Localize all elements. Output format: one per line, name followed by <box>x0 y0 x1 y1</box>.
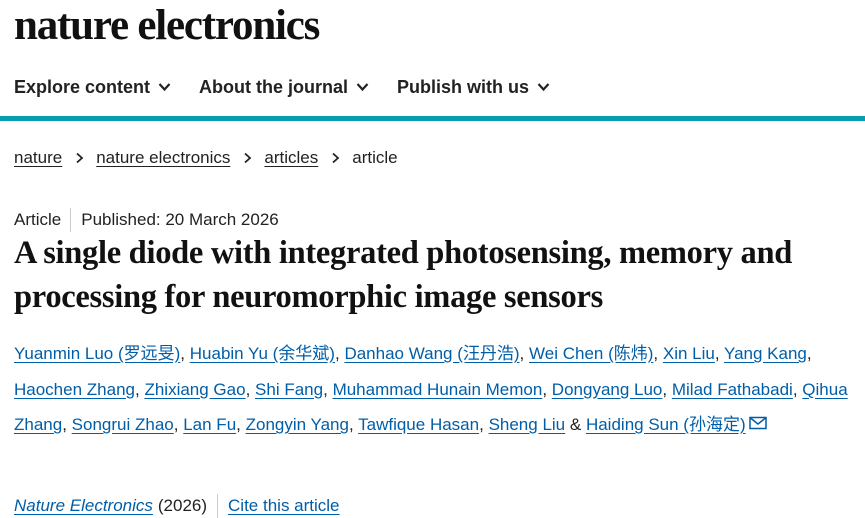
author-link[interactable]: Shi Fang <box>255 380 323 399</box>
author-link[interactable]: Muhammad Hunain Memon <box>333 380 543 399</box>
author-link[interactable]: Dongyang Luo <box>552 380 663 399</box>
meta-divider <box>70 208 72 232</box>
breadcrumb-nature-electronics[interactable]: nature electronics <box>96 148 230 168</box>
author-link[interactable]: Sheng Liu <box>489 415 566 434</box>
nav-publish-with-us[interactable]: Publish with us <box>397 77 550 98</box>
nav-explore-content[interactable]: Explore content <box>14 77 171 98</box>
author-link[interactable]: Lan Fu <box>183 415 236 434</box>
breadcrumb: nature nature electronics articles artic… <box>14 146 398 170</box>
author-list: Yuanmin Luo (罗远旻), Huabin Yu (余华斌), Danh… <box>14 336 864 443</box>
nav-item-label: About the journal <box>199 76 349 97</box>
breadcrumb-articles[interactable]: articles <box>264 148 318 168</box>
author-link[interactable]: Haochen Zhang <box>14 380 135 399</box>
author-ampersand: & <box>569 415 582 434</box>
author-link[interactable]: Zhixiang Gao <box>144 380 245 399</box>
author-separator: , <box>173 415 179 434</box>
author-separator: , <box>792 379 798 399</box>
journal-logo[interactable]: nature electronics <box>14 2 320 50</box>
author-separator: , <box>542 379 548 399</box>
article-type: Article <box>14 210 62 229</box>
journal-link[interactable]: Nature Electronics <box>14 496 153 516</box>
author-separator: , <box>519 344 525 363</box>
author-separator: , <box>62 415 67 434</box>
publication-year: (2026) <box>157 496 208 515</box>
nav-about-the-journal[interactable]: About the journal <box>199 77 369 98</box>
nav-item-label: Explore content <box>14 76 151 97</box>
header-accent-bar <box>0 116 865 121</box>
author-link[interactable]: Haiding Sun (孙海定) <box>586 415 746 434</box>
author-separator: , <box>806 344 812 363</box>
citation-line: Nature Electronics (2026) Cite this arti… <box>14 494 340 518</box>
author-separator: , <box>134 379 140 399</box>
author-link[interactable]: Danhao Wang (汪丹浩) <box>344 344 519 363</box>
author-link[interactable]: Zongyin Yang <box>246 415 349 434</box>
author-separator: , <box>236 415 241 434</box>
author-link[interactable]: Yuanmin Luo (罗远旻) <box>14 344 180 363</box>
article-meta: Article Published: 20 March 2026 <box>14 208 279 232</box>
envelope-icon[interactable] <box>748 416 767 430</box>
main-nav: Explore content About the journal Publis… <box>14 72 578 102</box>
nav-item-label: Publish with us <box>397 76 530 97</box>
article-title: A single diode with integrated photosens… <box>14 235 793 315</box>
author-separator: , <box>334 344 340 363</box>
author-link[interactable]: Yang Kang <box>724 344 807 363</box>
author-separator: , <box>323 379 328 399</box>
chevron-right-icon <box>244 152 252 164</box>
breadcrumb-current: article <box>352 148 398 167</box>
author-link[interactable]: Songrui Zhao <box>72 415 174 434</box>
chevron-down-icon <box>537 83 550 92</box>
author-separator: , <box>714 344 720 363</box>
published-date: Published: 20 March 2026 <box>81 210 279 229</box>
chevron-right-icon <box>76 152 84 164</box>
chevron-down-icon <box>356 83 369 92</box>
citation-divider <box>217 494 219 518</box>
author-separator: , <box>662 379 668 399</box>
author-link[interactable]: Milad Fathabadi <box>672 380 793 399</box>
author-separator: , <box>479 415 484 434</box>
author-separator: , <box>245 379 251 399</box>
breadcrumb-nature[interactable]: nature <box>14 148 62 168</box>
cite-this-article-link[interactable]: Cite this article <box>228 496 339 516</box>
chevron-down-icon <box>158 83 171 92</box>
author-separator: , <box>653 344 659 363</box>
chevron-right-icon <box>332 152 340 164</box>
author-link[interactable]: Xin Liu <box>663 344 715 363</box>
author-link[interactable]: Tawfique Hasan <box>358 415 479 434</box>
author-separator: , <box>348 415 354 434</box>
author-link[interactable]: Wei Chen (陈炜) <box>529 344 653 363</box>
author-separator: , <box>180 344 186 363</box>
author-link[interactable]: Huabin Yu (余华斌) <box>190 344 335 363</box>
